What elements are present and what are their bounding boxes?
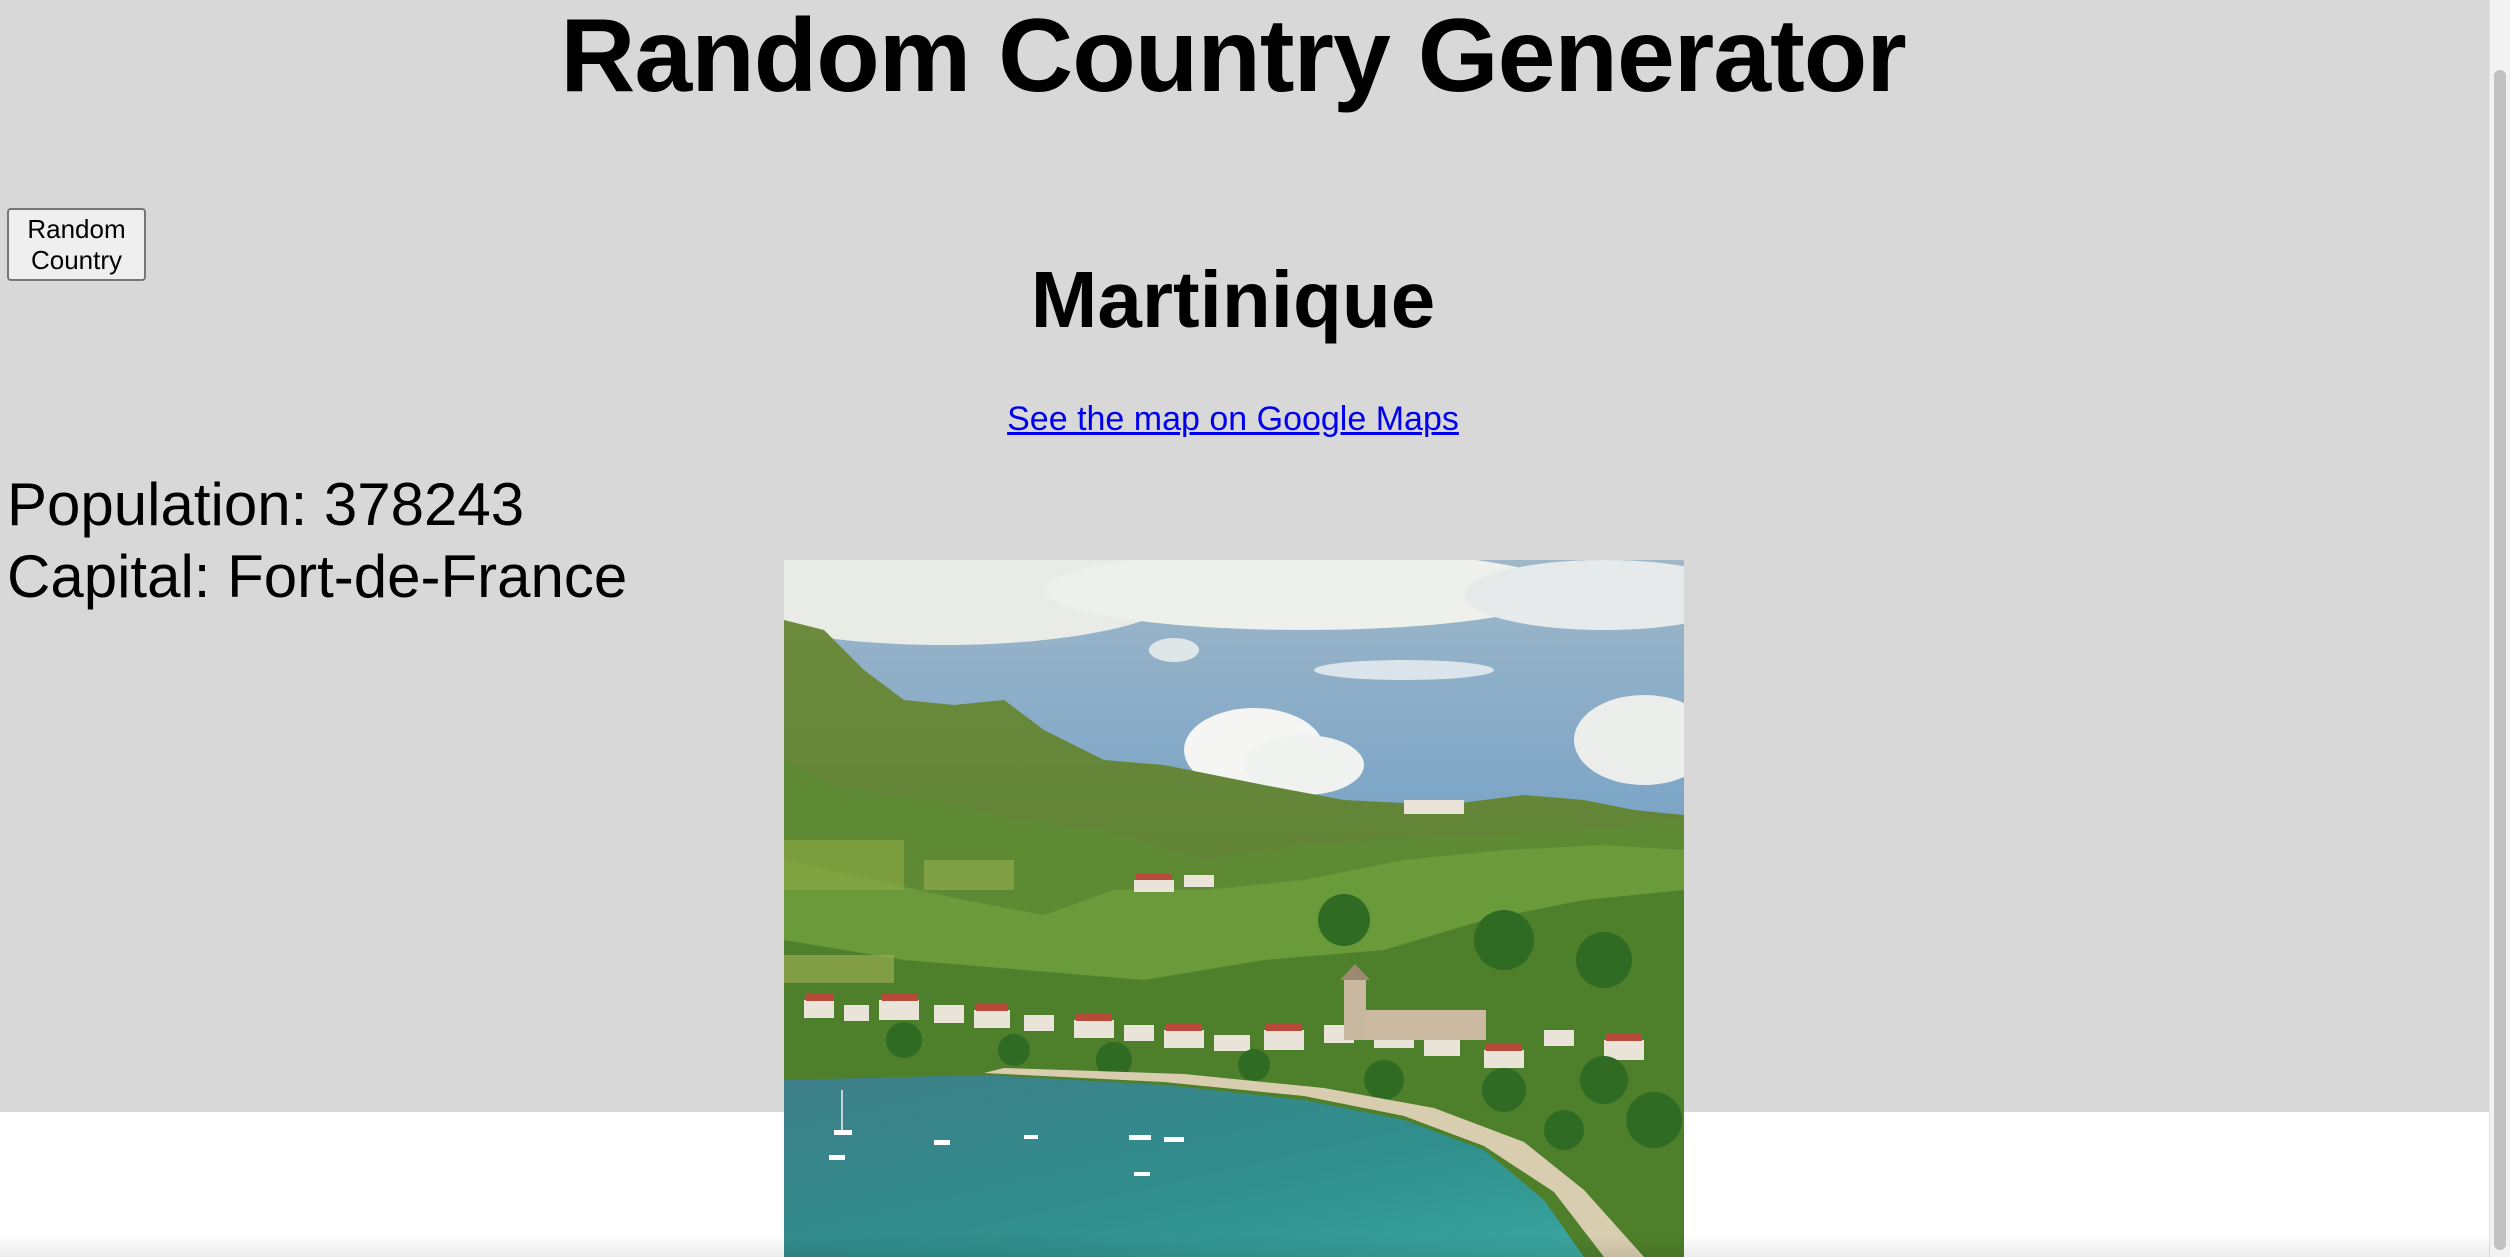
country-photo — [784, 560, 1684, 1257]
capital-label: Capital: — [7, 543, 211, 610]
map-link-container: See the map on Google Maps — [0, 396, 2466, 442]
capital-value: Fort-de-France — [227, 543, 628, 610]
country-name: Martinique — [1030, 255, 1436, 344]
google-maps-link[interactable]: See the map on Google Maps — [1007, 400, 1459, 438]
population-value: 378243 — [323, 471, 525, 538]
population-label: Population: — [7, 471, 308, 538]
window-bottom-shadow — [0, 1235, 2490, 1257]
population-line: Population: 378243 — [7, 470, 524, 540]
vertical-scrollbar[interactable] — [2489, 0, 2510, 1257]
capital-line: Capital: Fort-de-France — [7, 542, 627, 612]
page-title: Random Country Generator — [560, 0, 1906, 114]
scrollbar-thumb[interactable] — [2494, 70, 2506, 1250]
